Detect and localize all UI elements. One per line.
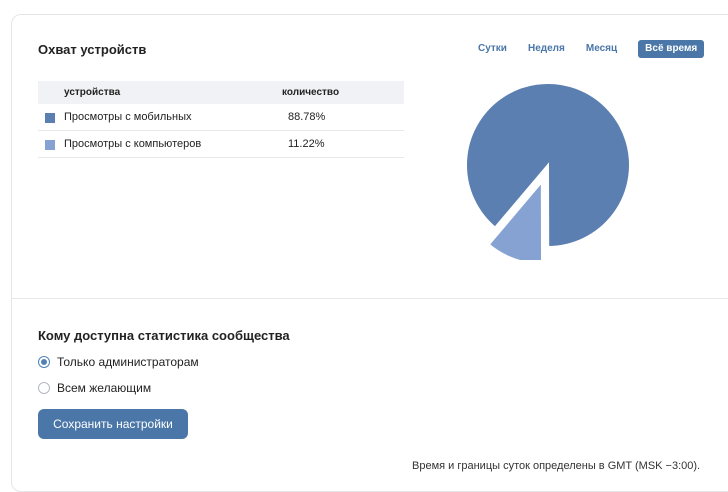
- save-settings-button[interactable]: Сохранить настройки: [38, 409, 188, 439]
- table-header: устройства количество: [38, 81, 404, 104]
- radio-everyone[interactable]: Всем желающим: [38, 381, 151, 395]
- radio-checked-icon[interactable]: [38, 356, 50, 368]
- access-section-title: Кому доступна статистика сообщества: [38, 328, 290, 343]
- radio-unchecked-icon[interactable]: [38, 382, 50, 394]
- radio-label: Всем желающим: [57, 381, 152, 395]
- radio-admins-only[interactable]: Только администраторам: [38, 355, 199, 369]
- devices-table: устройства количество Просмотры с мобиль…: [38, 81, 404, 158]
- pie-slice-mobile: [465, 82, 631, 249]
- desktop-color-swatch: [45, 140, 55, 150]
- devices-section-title: Охват устройств: [38, 42, 147, 57]
- table-row: Просмотры с мобильных 88.78%: [38, 104, 404, 131]
- tab-week[interactable]: Неделя: [528, 40, 565, 58]
- row-label: Просмотры с компьютеров: [64, 138, 202, 150]
- mobile-color-swatch: [45, 113, 55, 123]
- timezone-footnote: Время и границы суток определены в GMT (…: [412, 460, 701, 472]
- period-tabs: Сутки Неделя Месяц Всё время: [478, 40, 705, 58]
- row-value: 88.78%: [288, 111, 326, 123]
- row-value: 11.22%: [288, 138, 325, 150]
- devices-pie-chart: [465, 82, 631, 260]
- row-label: Просмотры с мобильных: [64, 111, 192, 123]
- header-count: количество: [282, 87, 340, 98]
- tab-day[interactable]: Сутки: [478, 40, 507, 58]
- tab-all-time[interactable]: Всё время: [638, 40, 705, 58]
- radio-label: Только администраторам: [57, 355, 199, 369]
- table-row: Просмотры с компьютеров 11.22%: [38, 131, 404, 158]
- tab-month[interactable]: Месяц: [586, 40, 617, 58]
- section-divider: [11, 298, 728, 299]
- header-devices: устройства: [64, 87, 121, 98]
